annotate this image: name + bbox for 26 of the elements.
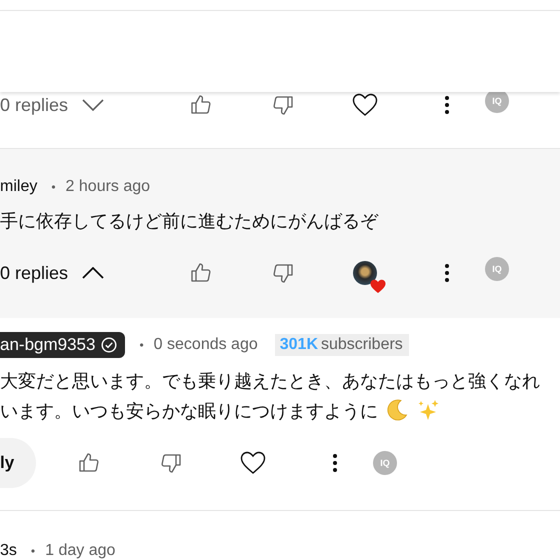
separator-dot: • [51,180,56,194]
moon-icon [386,399,408,421]
separator-dot: • [139,338,144,352]
comment-text: 手に依存してるけど前に進むためにがんばるぞ [0,211,378,231]
more-options-icon[interactable] [444,263,450,283]
timestamp: 1 day ago [45,542,116,560]
separator-dot: • [30,544,36,558]
timestamp: 2 hours ago [66,178,150,196]
comment-text: 大変だと思います。でも乗り越えたとき、あなたはもっと強くなれ [0,371,540,391]
comment-text: います。いつも安らかな眠りにつけますように [0,401,378,421]
channel-owner-badge[interactable]: an-bgm9353 [0,332,126,358]
author-name[interactable]: 3s [0,542,17,560]
creator-heart-avatar[interactable] [353,260,386,294]
more-options-icon[interactable] [332,453,338,473]
subscriber-label: subscribers [321,336,403,354]
heart-icon[interactable] [352,93,378,117]
sparkles-icon [416,399,440,421]
author-name[interactable]: an-bgm9353 [0,335,96,355]
heart-icon[interactable] [240,451,266,475]
replies-toggle[interactable]: 0 replies [0,94,181,116]
timestamp: 0 seconds ago [154,336,258,354]
more-options-icon[interactable] [444,95,450,115]
subscriber-count: 301K [280,336,318,354]
replies-toggle[interactable]: 0 replies [0,262,181,284]
author-name[interactable]: miley [0,178,38,196]
reply-button[interactable]: ly [0,438,36,488]
